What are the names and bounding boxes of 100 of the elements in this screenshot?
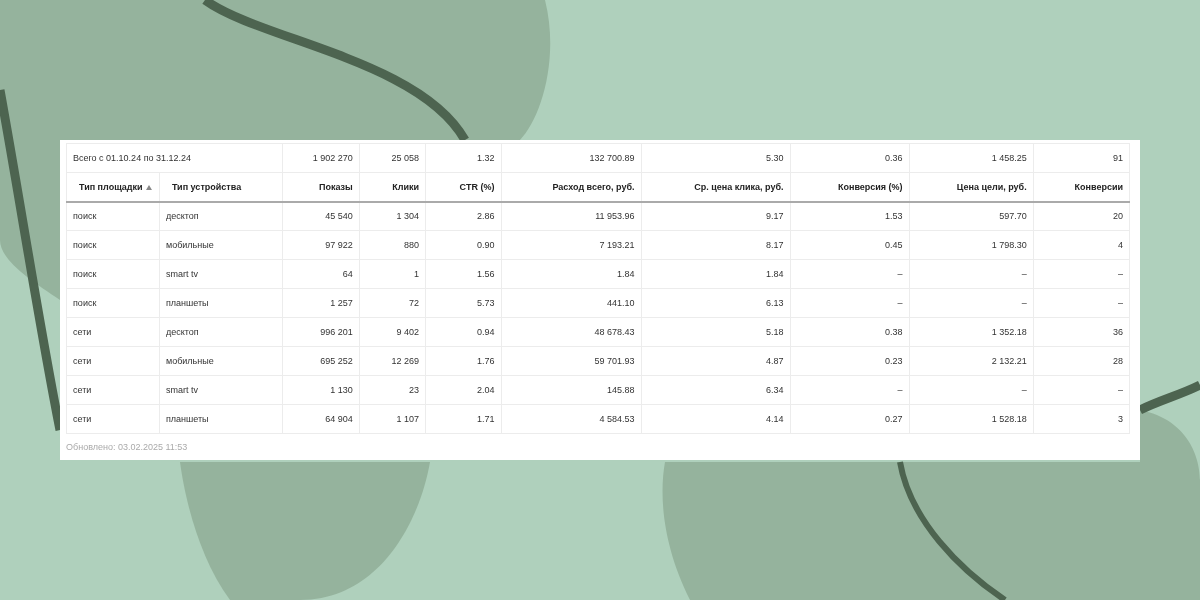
table-cell: 1.84 bbox=[501, 259, 641, 289]
table-cell: 12 269 bbox=[359, 346, 426, 376]
table-cell: 97 922 bbox=[282, 230, 360, 260]
total-cell: 132 700.89 bbox=[501, 143, 641, 173]
table-cell: 9.17 bbox=[641, 201, 790, 231]
column-header[interactable]: Расход всего, руб. bbox=[501, 172, 641, 202]
table-cell: 1 bbox=[359, 259, 426, 289]
total-cell: 1.32 bbox=[425, 143, 501, 173]
table-cell: – bbox=[790, 375, 910, 405]
table-cell: 0.38 bbox=[790, 317, 910, 347]
table-cell: 695 252 bbox=[282, 346, 360, 376]
table-cell: 6.34 bbox=[641, 375, 790, 405]
table-cell: 0.45 bbox=[790, 230, 910, 260]
table-cell: сети bbox=[66, 375, 160, 405]
table-cell: поиск bbox=[66, 259, 160, 289]
table-cell: smart tv bbox=[159, 259, 283, 289]
table-cell: 0.94 bbox=[425, 317, 501, 347]
table-cell: 64 904 bbox=[282, 404, 360, 434]
total-label: Всего с 01.10.24 по 31.12.24 bbox=[66, 143, 283, 173]
table-cell: 1.84 bbox=[641, 259, 790, 289]
table-cell: 1 528.18 bbox=[909, 404, 1034, 434]
table-cell: 1 352.18 bbox=[909, 317, 1034, 347]
table-cell: 7 193.21 bbox=[501, 230, 641, 260]
sort-ascending-icon bbox=[145, 184, 152, 190]
table-cell: 1.76 bbox=[425, 346, 501, 376]
table-cell: 72 bbox=[359, 288, 426, 318]
table-cell: сети bbox=[66, 346, 160, 376]
table-cell: – bbox=[909, 375, 1034, 405]
column-header[interactable]: Тип площадки bbox=[66, 172, 160, 202]
table-cell: десктоп bbox=[159, 317, 283, 347]
table-cell: 1 798.30 bbox=[909, 230, 1034, 260]
total-cell: 1 458.25 bbox=[909, 143, 1034, 173]
table-cell: планшеты bbox=[159, 288, 283, 318]
table-cell: мобильные bbox=[159, 346, 283, 376]
table-cell: – bbox=[1033, 259, 1130, 289]
table-cell: планшеты bbox=[159, 404, 283, 434]
total-cell: 25 058 bbox=[359, 143, 426, 173]
table-cell: 4 bbox=[1033, 230, 1130, 260]
table-cell: 597.70 bbox=[909, 201, 1034, 231]
table-cell: 4 584.53 bbox=[501, 404, 641, 434]
column-header[interactable]: Ср. цена клика, руб. bbox=[641, 172, 790, 202]
total-cell: 1 902 270 bbox=[282, 143, 360, 173]
table-cell: – bbox=[790, 259, 910, 289]
table-cell: 11 953.96 bbox=[501, 201, 641, 231]
total-cell: 91 bbox=[1033, 143, 1130, 173]
column-header[interactable]: Показы bbox=[282, 172, 360, 202]
table-cell: поиск bbox=[66, 230, 160, 260]
table-cell: – bbox=[1033, 288, 1130, 318]
table-cell: smart tv bbox=[159, 375, 283, 405]
table-cell: сети bbox=[66, 317, 160, 347]
table-cell: 28 bbox=[1033, 346, 1130, 376]
table-cell: 5.73 bbox=[425, 288, 501, 318]
table-cell: 1 257 bbox=[282, 288, 360, 318]
table-cell: десктоп bbox=[159, 201, 283, 231]
table-cell: мобильные bbox=[159, 230, 283, 260]
table-cell: 996 201 bbox=[282, 317, 360, 347]
table-cell: 23 bbox=[359, 375, 426, 405]
table-cell: поиск bbox=[66, 201, 160, 231]
table-cell: 45 540 bbox=[282, 201, 360, 231]
table-cell: 0.23 bbox=[790, 346, 910, 376]
table-cell: 1.71 bbox=[425, 404, 501, 434]
table-cell: – bbox=[1033, 375, 1130, 405]
table-cell: 8.17 bbox=[641, 230, 790, 260]
table-cell: – bbox=[909, 259, 1034, 289]
column-header[interactable]: Тип устройства bbox=[159, 172, 283, 202]
table-cell: 3 bbox=[1033, 404, 1130, 434]
table-cell: 5.18 bbox=[641, 317, 790, 347]
table-cell: 0.27 bbox=[790, 404, 910, 434]
table-cell: 36 bbox=[1033, 317, 1130, 347]
table-cell: – bbox=[790, 288, 910, 318]
table-cell: 1.56 bbox=[425, 259, 501, 289]
table-cell: 0.90 bbox=[425, 230, 501, 260]
column-header[interactable]: Конверсии bbox=[1033, 172, 1130, 202]
column-header[interactable]: Цена цели, руб. bbox=[909, 172, 1034, 202]
table-cell: 6.13 bbox=[641, 288, 790, 318]
total-cell: 5.30 bbox=[641, 143, 790, 173]
table-cell: сети bbox=[66, 404, 160, 434]
table-cell: поиск bbox=[66, 288, 160, 318]
total-cell: 0.36 bbox=[790, 143, 910, 173]
table-cell: 1.53 bbox=[790, 201, 910, 231]
table-cell: 2.86 bbox=[425, 201, 501, 231]
table-cell: 145.88 bbox=[501, 375, 641, 405]
table-cell: 4.14 bbox=[641, 404, 790, 434]
table-cell: 4.87 bbox=[641, 346, 790, 376]
table-cell: 880 bbox=[359, 230, 426, 260]
table-cell: 64 bbox=[282, 259, 360, 289]
column-header[interactable]: Клики bbox=[359, 172, 426, 202]
table-cell: – bbox=[909, 288, 1034, 318]
table-cell: 59 701.93 bbox=[501, 346, 641, 376]
column-header[interactable]: Конверсия (%) bbox=[790, 172, 910, 202]
table-cell: 441.10 bbox=[501, 288, 641, 318]
table-cell: 48 678.43 bbox=[501, 317, 641, 347]
curve-line bbox=[1138, 380, 1200, 415]
table-cell: 20 bbox=[1033, 201, 1130, 231]
table-cell: 1 304 bbox=[359, 201, 426, 231]
column-header[interactable]: CTR (%) bbox=[425, 172, 501, 202]
table-cell: 9 402 bbox=[359, 317, 426, 347]
table-cell: 1 107 bbox=[359, 404, 426, 434]
table-cell: 2 132.21 bbox=[909, 346, 1034, 376]
updated-timestamp: Обновлено: 03.02.2025 11:53 bbox=[66, 442, 188, 452]
